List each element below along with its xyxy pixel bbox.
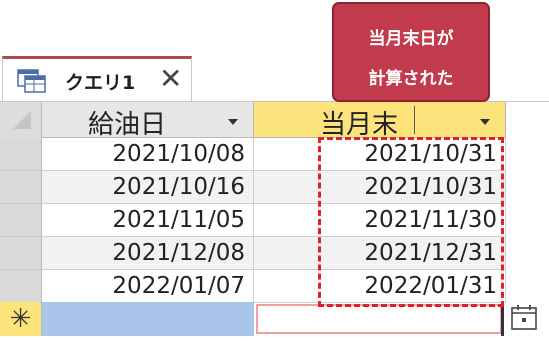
select-all-button[interactable] (0, 102, 42, 138)
callout-annotation: 当月末日が 計算された (332, 2, 490, 102)
query-datasheet-icon (17, 69, 46, 93)
new-cell-month-end[interactable] (256, 304, 502, 334)
row-selector[interactable] (0, 204, 42, 237)
cell-month-end[interactable]: 2021/10/31 (254, 171, 506, 204)
new-record-row[interactable]: ✳ (0, 302, 506, 336)
table-row[interactable]: 2021/11/05 2021/11/30 (0, 204, 506, 237)
cell-month-end[interactable]: 2021/12/31 (254, 237, 506, 270)
table-row[interactable]: 2021/10/08 2021/10/31 (0, 138, 506, 171)
cell-month-end[interactable]: 2021/11/30 (254, 204, 506, 237)
new-cell-fuel-date[interactable] (42, 302, 254, 336)
chevron-down-icon[interactable] (228, 119, 238, 125)
callout-line-1: 当月末日が (368, 29, 454, 49)
table-row[interactable]: 2022/01/07 2022/01/31 (0, 270, 506, 303)
cell-edge-bar (501, 302, 504, 336)
column-header-label: 給油日 (88, 110, 167, 140)
row-selector[interactable] (0, 171, 42, 204)
column-header-fuel-date[interactable]: 給油日 (42, 102, 254, 140)
cell-fuel-date[interactable]: 2021/12/08 (42, 237, 254, 270)
chevron-down-icon[interactable] (480, 119, 490, 125)
close-icon[interactable]: ✕ (159, 62, 182, 96)
row-selector[interactable] (0, 237, 42, 270)
row-selector[interactable] (0, 138, 42, 171)
cell-fuel-date[interactable]: 2021/10/16 (42, 171, 254, 204)
header-row: 給油日 当月末 (0, 102, 506, 140)
cell-fuel-date[interactable]: 2021/11/05 (42, 204, 254, 237)
calendar-icon[interactable] (510, 303, 538, 331)
cell-month-end[interactable]: 2021/10/31 (254, 138, 506, 171)
text-cursor (414, 106, 415, 134)
select-all-icon (13, 111, 31, 129)
table-row[interactable]: 2021/10/16 2021/10/31 (0, 171, 506, 204)
tab-query1[interactable]: クエリ1 ✕ (2, 56, 192, 102)
new-record-icon[interactable]: ✳ (0, 302, 42, 336)
table-row[interactable]: 2021/12/08 2021/12/31 (0, 237, 506, 270)
column-header-month-end[interactable]: 当月末 (254, 102, 506, 140)
cell-month-end[interactable]: 2022/01/31 (254, 270, 506, 303)
cell-fuel-date[interactable]: 2021/10/08 (42, 138, 254, 171)
cell-fuel-date[interactable]: 2022/01/07 (42, 270, 254, 303)
row-selector[interactable] (0, 270, 42, 303)
column-header-label: 当月末 (320, 110, 399, 140)
callout-line-2: 計算された (368, 69, 454, 89)
tab-label: クエリ1 (65, 72, 136, 94)
